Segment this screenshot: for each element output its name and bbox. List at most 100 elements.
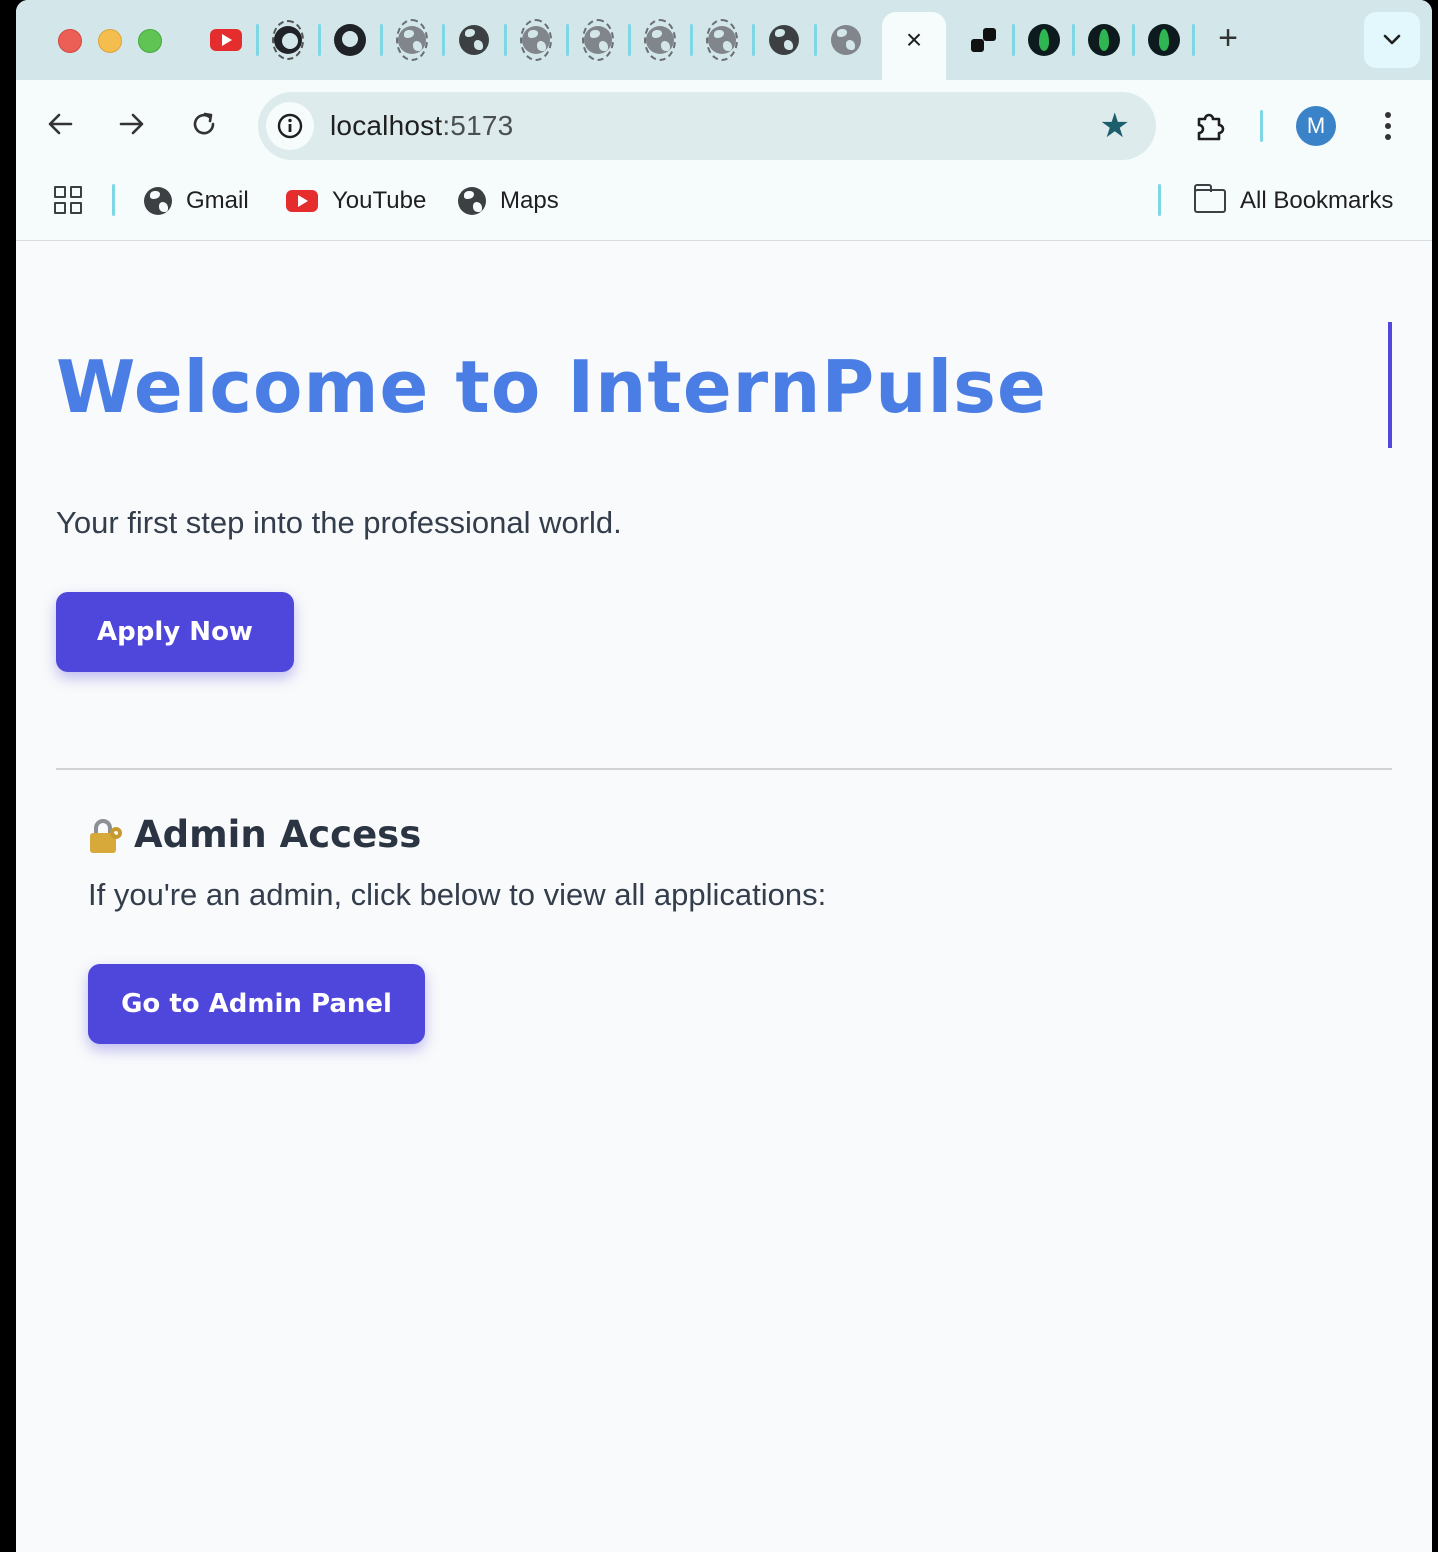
tab-separator xyxy=(442,24,445,56)
link-icon xyxy=(969,25,999,55)
tab-separator xyxy=(256,24,259,56)
github-loading-icon xyxy=(272,20,304,60)
text-cursor xyxy=(1388,322,1392,448)
close-window-button[interactable] xyxy=(58,29,82,53)
reload-button[interactable] xyxy=(182,102,226,146)
bookmark-maps[interactable]: Maps xyxy=(458,184,559,218)
tab-github-1[interactable] xyxy=(272,20,304,60)
new-tab-button[interactable]: + xyxy=(1212,18,1244,58)
all-bookmarks-button[interactable]: All Bookmarks xyxy=(1193,184,1394,218)
tab-globe-8[interactable] xyxy=(830,24,862,56)
bookmark-label: YouTube xyxy=(332,187,427,214)
globe-loading-icon xyxy=(520,19,552,61)
globe-icon xyxy=(144,187,172,215)
tab-strip: × + xyxy=(16,0,1432,80)
site-info-button[interactable] xyxy=(266,102,314,150)
close-tab-icon[interactable]: × xyxy=(882,26,946,54)
arrow-left-icon xyxy=(48,113,73,135)
globe-loading-icon xyxy=(582,19,614,61)
apps-grid-icon[interactable] xyxy=(54,186,82,214)
tab-separator xyxy=(690,24,693,56)
tab-separator xyxy=(752,24,755,56)
globe-icon xyxy=(831,25,861,55)
url-host: localhost xyxy=(330,110,443,141)
github-icon xyxy=(334,24,366,56)
extensions-button[interactable] xyxy=(1188,104,1232,148)
globe-icon xyxy=(769,25,799,55)
admin-panel-button[interactable]: Go to Admin Panel xyxy=(88,964,425,1044)
tab-globe-5[interactable] xyxy=(644,19,676,61)
page-content: Welcome to InternPulse Your first step i… xyxy=(16,241,1432,1552)
reload-icon xyxy=(193,112,215,135)
tab-separator xyxy=(1072,24,1075,56)
tab-separator xyxy=(1012,24,1015,56)
mongodb-icon xyxy=(1088,24,1120,56)
bookmark-separator xyxy=(112,184,115,216)
admin-title-text: Admin Access xyxy=(134,813,422,856)
browser-window: × + localhost:5173 ★ M Gmail YouTube Map… xyxy=(16,0,1432,1552)
tab-link[interactable] xyxy=(968,24,1000,56)
youtube-icon xyxy=(210,29,242,51)
forward-button[interactable] xyxy=(110,102,154,146)
browser-menu-button[interactable] xyxy=(1368,106,1408,146)
tab-mongodb-3[interactable] xyxy=(1148,24,1180,56)
globe-icon xyxy=(458,187,486,215)
browser-toolbar: localhost:5173 ★ M xyxy=(16,80,1432,170)
bookmark-label: Gmail xyxy=(186,187,249,214)
bookmark-youtube[interactable]: YouTube xyxy=(286,184,426,218)
tab-separator xyxy=(1192,24,1195,56)
globe-loading-icon xyxy=(644,19,676,61)
url-text: localhost:5173 xyxy=(330,110,513,142)
tab-globe-3[interactable] xyxy=(520,19,552,61)
tab-separator xyxy=(318,24,321,56)
info-icon xyxy=(277,113,303,139)
tab-globe-1[interactable] xyxy=(396,19,428,61)
tab-globe-2[interactable] xyxy=(458,24,490,56)
minimize-window-button[interactable] xyxy=(98,29,122,53)
tab-separator xyxy=(504,24,507,56)
globe-loading-icon xyxy=(396,19,428,61)
admin-description: If you're an admin, click below to view … xyxy=(88,877,827,912)
toolbar-separator xyxy=(1260,110,1263,142)
mongodb-icon xyxy=(1028,24,1060,56)
profile-avatar[interactable]: M xyxy=(1296,106,1336,146)
url-port: :5173 xyxy=(442,110,514,141)
youtube-icon xyxy=(286,190,318,212)
zoom-window-button[interactable] xyxy=(138,29,162,53)
back-button[interactable] xyxy=(38,102,82,146)
bookmark-label: Maps xyxy=(500,187,559,214)
page-subtitle: Your first step into the professional wo… xyxy=(56,505,622,540)
apply-now-button[interactable]: Apply Now xyxy=(56,592,294,672)
puzzle-icon xyxy=(1197,113,1225,141)
tab-separator xyxy=(566,24,569,56)
tab-separator xyxy=(380,24,383,56)
tab-globe-4[interactable] xyxy=(582,19,614,61)
globe-loading-icon xyxy=(706,19,738,61)
tab-search-button[interactable] xyxy=(1364,12,1420,68)
tab-mongodb-2[interactable] xyxy=(1088,24,1120,56)
tab-separator xyxy=(1132,24,1135,56)
mongodb-icon xyxy=(1148,24,1180,56)
tab-globe-7[interactable] xyxy=(768,24,800,56)
tab-github-2[interactable] xyxy=(334,24,366,56)
page-title: Welcome to InternPulse xyxy=(56,345,1047,429)
bookmark-star-icon[interactable]: ★ xyxy=(1100,108,1130,144)
tab-mongodb-1[interactable] xyxy=(1028,24,1060,56)
tab-globe-6[interactable] xyxy=(706,19,738,61)
arrow-right-icon xyxy=(119,113,144,135)
bookmark-separator xyxy=(1158,184,1161,216)
all-bookmarks-label: All Bookmarks xyxy=(1240,187,1394,214)
active-tab[interactable]: × xyxy=(882,12,946,80)
tab-separator xyxy=(628,24,631,56)
lock-with-key-icon xyxy=(88,817,124,853)
bookmarks-bar: Gmail YouTube Maps All Bookmarks xyxy=(16,170,1432,241)
address-bar[interactable]: localhost:5173 ★ xyxy=(258,92,1156,160)
tab-separator xyxy=(814,24,817,56)
folder-icon xyxy=(1193,184,1226,213)
admin-section-title: Admin Access xyxy=(88,813,421,856)
tab-youtube[interactable] xyxy=(210,24,242,56)
chevron-down-icon xyxy=(1383,34,1401,45)
section-divider xyxy=(56,768,1392,770)
globe-icon xyxy=(459,25,489,55)
bookmark-gmail[interactable]: Gmail xyxy=(144,184,249,218)
